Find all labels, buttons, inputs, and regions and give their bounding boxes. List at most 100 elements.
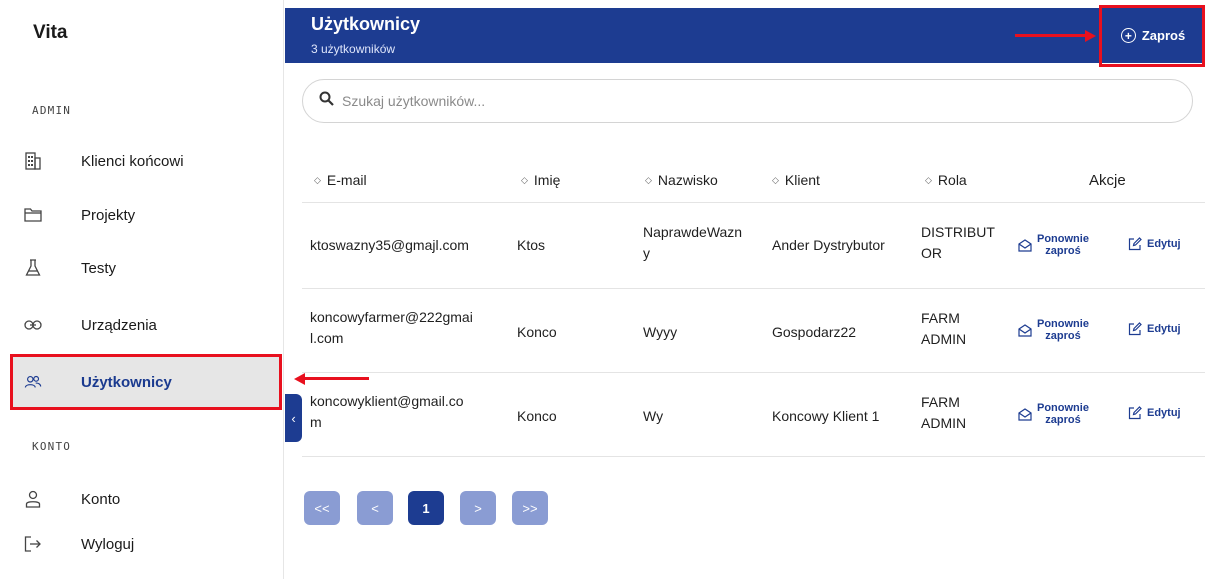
- column-header-role[interactable]: ◇ Rola: [925, 172, 967, 188]
- reinvite-label: Ponownie zaproś: [1037, 318, 1089, 342]
- column-header-first-name[interactable]: ◇ Imię: [521, 172, 560, 188]
- cell-last-name: Wy: [643, 408, 664, 424]
- cell-last-name: NaprawdeWazn y: [643, 222, 742, 264]
- users-highlight-box: [10, 354, 282, 410]
- search-input[interactable]: [342, 93, 1162, 109]
- link-icon: [24, 316, 42, 334]
- reinvite-label: Ponownie zaproś: [1037, 402, 1089, 426]
- envelope-icon: [1018, 238, 1032, 252]
- building-icon: [24, 152, 42, 170]
- section-label-account: KONTO: [32, 440, 72, 453]
- envelope-icon: [1018, 407, 1032, 421]
- reinvite-label-line: Ponownie: [1037, 318, 1089, 330]
- invite-highlight-box: [1099, 5, 1205, 67]
- edit-button[interactable]: Edytuj: [1128, 322, 1181, 336]
- sidebar-item-label: Testy: [81, 259, 117, 277]
- reinvite-label-line: zaproś: [1045, 414, 1081, 426]
- edit-button[interactable]: Edytuj: [1128, 237, 1181, 251]
- pagination-page-button[interactable]: 1: [408, 491, 444, 525]
- pagination-last-button[interactable]: >>: [512, 491, 548, 525]
- page-title: Użytkownicy: [311, 14, 421, 34]
- cell-email: koncowyfarmer@222gmai l.com: [310, 307, 473, 349]
- reinvite-label-line: zaproś: [1045, 330, 1081, 342]
- cell-role: DISTRIBUT OR: [921, 222, 995, 264]
- cell-role: FARM ADMIN: [921, 392, 966, 434]
- row-divider: [302, 288, 1205, 289]
- cell-line: ADMIN: [921, 415, 967, 431]
- cell-first-name: Konco: [517, 408, 557, 424]
- reinvite-button[interactable]: Ponownie zaproś: [1018, 318, 1089, 342]
- sidebar-item-tests[interactable]: Testy: [12, 243, 280, 293]
- chevron-left-icon: ‹: [291, 410, 296, 426]
- row-divider: [302, 202, 1205, 203]
- sidebar-collapse-button[interactable]: ‹: [285, 394, 302, 442]
- sidebar-item-label: Konto: [81, 490, 121, 508]
- logout-icon: [24, 535, 42, 553]
- sidebar-item-logout[interactable]: Wyloguj: [12, 519, 280, 569]
- search-bar[interactable]: [302, 79, 1193, 123]
- sort-icon: ◇: [521, 174, 528, 185]
- sidebar-item-end-clients[interactable]: Klienci końcowi: [12, 136, 280, 186]
- arrow-head: [1085, 29, 1096, 42]
- row-divider: [302, 456, 1205, 457]
- cell-email: ktoswazny35@gmajl.com: [310, 237, 469, 253]
- sidebar-item-projects[interactable]: Projekty: [12, 190, 280, 240]
- sidebar-item-label: Urządzenia: [81, 316, 157, 334]
- cell-role: FARM ADMIN: [921, 308, 966, 350]
- edit-icon: [1128, 322, 1142, 336]
- column-label: Nazwisko: [657, 172, 718, 188]
- user-count: 3 użytkowników: [311, 42, 396, 56]
- cell-line: l.com: [310, 330, 344, 346]
- sidebar-item-devices[interactable]: Urządzenia: [12, 300, 280, 350]
- cell-line: ADMIN: [921, 331, 967, 347]
- user-icon: [24, 490, 42, 508]
- sidebar-item-account[interactable]: Konto: [12, 474, 280, 524]
- edit-button[interactable]: Edytuj: [1128, 406, 1181, 420]
- edit-label: Edytuj: [1147, 238, 1181, 250]
- edit-icon: [1128, 237, 1142, 251]
- sidebar-item-label: Projekty: [81, 206, 136, 224]
- cell-client: Ander Dystrybutor: [772, 237, 885, 253]
- brand-logo: Vita: [33, 22, 68, 43]
- cell-line: m: [310, 414, 322, 430]
- sort-icon: ◇: [645, 174, 652, 185]
- sort-icon: ◇: [772, 174, 779, 185]
- sidebar: Vita ADMIN Klienci końcowi Projekty Test…: [0, 0, 284, 579]
- cell-line: DISTRIBUT: [921, 224, 995, 240]
- pagination-first-button[interactable]: <<: [304, 491, 340, 525]
- reinvite-label: Ponownie zaproś: [1037, 233, 1089, 257]
- column-label: E-mail: [326, 172, 367, 188]
- flask-icon: [24, 259, 42, 277]
- cell-client: Koncowy Klient 1: [772, 408, 880, 424]
- cell-first-name: Konco: [517, 324, 557, 340]
- column-header-email[interactable]: ◇ E-mail: [314, 172, 367, 188]
- reinvite-button[interactable]: Ponownie zaproś: [1018, 233, 1089, 257]
- cell-first-name: Ktos: [517, 237, 546, 253]
- row-divider: [302, 372, 1205, 373]
- pagination-next-button[interactable]: >: [460, 491, 496, 525]
- cell-line: y: [643, 245, 650, 261]
- section-label-admin: ADMIN: [32, 104, 72, 117]
- reinvite-button[interactable]: Ponownie zaproś: [1018, 402, 1089, 426]
- cell-client: Gospodarz22: [772, 324, 857, 340]
- pagination-prev-button[interactable]: <: [357, 491, 393, 525]
- cell-line: FARM: [921, 310, 960, 326]
- reinvite-label-line: zaproś: [1045, 245, 1081, 257]
- folder-icon: [24, 206, 42, 224]
- cell-line: koncowyklient@gmail.co: [310, 393, 464, 409]
- sidebar-item-label: Wyloguj: [81, 535, 135, 553]
- edit-label: Edytuj: [1147, 407, 1181, 419]
- edit-icon: [1128, 406, 1142, 420]
- arrow-shaft: [1015, 34, 1087, 37]
- reinvite-label-line: Ponownie: [1037, 402, 1089, 414]
- column-header-actions: Akcje: [1089, 172, 1126, 189]
- cell-email: koncowyklient@gmail.co m: [310, 391, 464, 433]
- column-header-last-name[interactable]: ◇ Nazwisko: [645, 172, 718, 188]
- column-header-client[interactable]: ◇ Klient: [772, 172, 820, 188]
- cell-last-name: Wyyy: [643, 324, 678, 340]
- envelope-icon: [1018, 323, 1032, 337]
- arrow-head: [294, 372, 305, 385]
- search-icon: [319, 91, 334, 111]
- cell-line: OR: [921, 245, 942, 261]
- column-label: Klient: [784, 172, 820, 188]
